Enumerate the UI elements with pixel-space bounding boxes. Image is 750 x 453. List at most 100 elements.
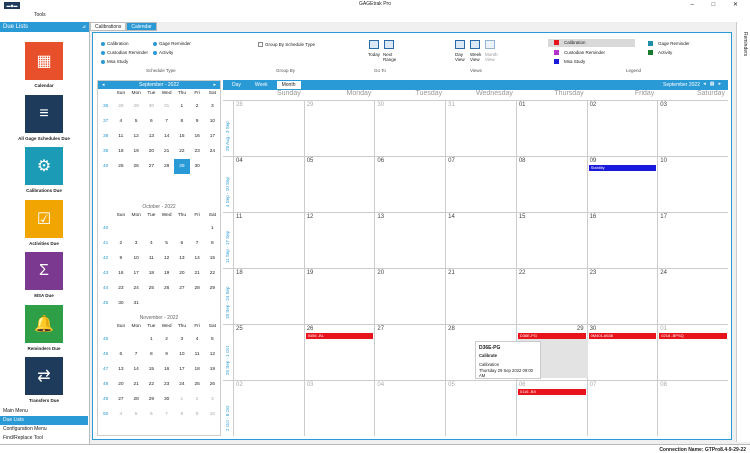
day-cell[interactable]: 21: [445, 269, 516, 324]
mini-day[interactable]: 5: [205, 332, 220, 347]
mini-day[interactable]: 25: [190, 377, 205, 392]
mini-day[interactable]: 14: [190, 251, 205, 266]
mini-day[interactable]: 13: [144, 129, 159, 144]
mini-day[interactable]: 6: [144, 114, 159, 129]
day-cell[interactable]: 15: [515, 213, 587, 268]
mini-day[interactable]: 24: [129, 281, 144, 296]
day-view-icon[interactable]: [455, 40, 465, 49]
day-cell[interactable]: 12: [303, 213, 375, 268]
mini-day[interactable]: 28: [129, 392, 144, 407]
mini-day[interactable]: 10: [129, 251, 144, 266]
today-button[interactable]: Today: [368, 52, 380, 57]
day-cell[interactable]: 17: [657, 213, 728, 268]
mini-day[interactable]: 5: [129, 114, 144, 129]
mini-day[interactable]: 21: [129, 377, 144, 392]
day-cell[interactable]: 01: [515, 101, 587, 156]
day-view-button[interactable]: Day View: [455, 52, 467, 62]
mini-day[interactable]: 23: [159, 377, 174, 392]
mini-day[interactable]: 1: [174, 392, 189, 407]
calendar-event[interactable]: Stability: [588, 165, 657, 171]
mini-day[interactable]: 13: [174, 251, 189, 266]
calendar-event[interactable]: 0456 -BL: [305, 333, 374, 339]
day-cell[interactable]: 02: [586, 101, 658, 156]
mini-day[interactable]: 3: [174, 332, 189, 347]
mini-day[interactable]: 21: [190, 266, 205, 281]
view-month-button[interactable]: Month: [276, 81, 301, 89]
calendar-nav[interactable]: ◂▦▸: [703, 81, 725, 87]
mini-day[interactable]: 23: [113, 281, 128, 296]
calendar-event[interactable]: 0M401-6638: [588, 333, 657, 339]
mini-day[interactable]: 23: [190, 144, 205, 159]
mini-day[interactable]: 12: [129, 129, 144, 144]
mini-day[interactable]: 4: [144, 236, 159, 251]
option-msa-study[interactable]: Msa Study: [101, 59, 128, 64]
day-cell[interactable]: 29: [303, 101, 375, 156]
mini-day[interactable]: 22: [205, 266, 220, 281]
window-controls[interactable]: – □ ✕: [691, 1, 746, 8]
due-list-item-6[interactable]: ⇄ Transfers Due: [0, 357, 88, 403]
mini-day[interactable]: 27: [144, 159, 159, 174]
day-cell[interactable]: 07: [445, 157, 516, 212]
mini-day[interactable]: 3: [129, 236, 144, 251]
mini-day[interactable]: 19: [159, 266, 174, 281]
mini-day[interactable]: 7: [129, 347, 144, 362]
due-list-item-2[interactable]: ⚙ Calibrations Due: [0, 147, 88, 193]
due-list-item-3[interactable]: ☑ Activities Due: [0, 199, 88, 246]
mini-day[interactable]: 2: [190, 392, 205, 407]
mini-day[interactable]: 7: [159, 114, 174, 129]
mini-day[interactable]: 19: [205, 362, 220, 377]
mini-day[interactable]: 30: [190, 159, 205, 174]
day-cell[interactable]: 04: [374, 381, 445, 436]
day-cell[interactable]: 23: [586, 269, 658, 324]
mini-day[interactable]: 17: [129, 266, 144, 281]
mini-day[interactable]: 10: [174, 347, 189, 362]
day-cell[interactable]: 06 0116 -BX: [515, 381, 587, 436]
mini-day[interactable]: 7: [190, 236, 205, 251]
day-cell[interactable]: 05: [303, 157, 375, 212]
mini-day[interactable]: 28: [113, 99, 128, 114]
mini-day[interactable]: 11: [190, 347, 205, 362]
mini-week-number[interactable]: 42: [98, 251, 113, 266]
mini-day[interactable]: 1: [205, 221, 220, 236]
day-cell[interactable]: 28: [233, 101, 304, 156]
mini-day[interactable]: 11: [144, 251, 159, 266]
mini-day[interactable]: 3: [205, 392, 220, 407]
mini-day[interactable]: 16: [190, 129, 205, 144]
mini-day[interactable]: 9: [113, 251, 128, 266]
mini-day[interactable]: 28: [190, 281, 205, 296]
prev-month-icon[interactable]: ◂: [102, 81, 105, 89]
nav-configuration-menu[interactable]: Configuration Menu: [0, 425, 88, 434]
due-list-item-0[interactable]: ▦ Calendar: [0, 42, 88, 88]
mini-week-number[interactable]: 39: [98, 144, 113, 159]
day-cell[interactable]: 10: [657, 157, 728, 212]
day-cell[interactable]: 09 Stability: [586, 157, 658, 212]
calendar-event[interactable]: 0116 -BX: [517, 389, 586, 395]
mini-day[interactable]: 14: [129, 362, 144, 377]
option-gage-reminder[interactable]: Gage Reminder: [153, 41, 191, 46]
mini-day[interactable]: 24: [174, 377, 189, 392]
mini-day[interactable]: 18: [190, 362, 205, 377]
day-cell[interactable]: 20: [374, 269, 445, 324]
day-cell[interactable]: 26 0456 -BL: [303, 325, 375, 380]
month-view-icon[interactable]: [485, 40, 495, 49]
day-cell[interactable]: 31: [445, 101, 516, 156]
mini-day[interactable]: 26: [129, 159, 144, 174]
week-view-icon[interactable]: [470, 40, 480, 49]
day-cell[interactable]: 08: [515, 157, 587, 212]
mini-day[interactable]: 10: [205, 407, 220, 422]
day-cell[interactable]: 13: [374, 213, 445, 268]
calendar-event[interactable]: 0218 -BPSQ: [659, 333, 727, 339]
mini-day[interactable]: 20: [174, 266, 189, 281]
mini-day[interactable]: 21: [159, 144, 174, 159]
mini-day[interactable]: 6: [144, 407, 159, 422]
mini-week-number[interactable]: 37: [98, 114, 113, 129]
mini-day[interactable]: 13: [113, 362, 128, 377]
day-cell[interactable]: 03: [657, 101, 728, 156]
month-view-button[interactable]: Month View: [485, 52, 498, 62]
mini-day[interactable]: 26: [159, 281, 174, 296]
mini-day[interactable]: 27: [113, 392, 128, 407]
mini-week-number[interactable]: 38: [98, 129, 113, 144]
mini-day[interactable]: 17: [174, 362, 189, 377]
group-by-schedule-type-checkbox[interactable]: Group By Schedule Type: [258, 42, 315, 48]
mini-week-number[interactable]: 46: [98, 347, 113, 362]
